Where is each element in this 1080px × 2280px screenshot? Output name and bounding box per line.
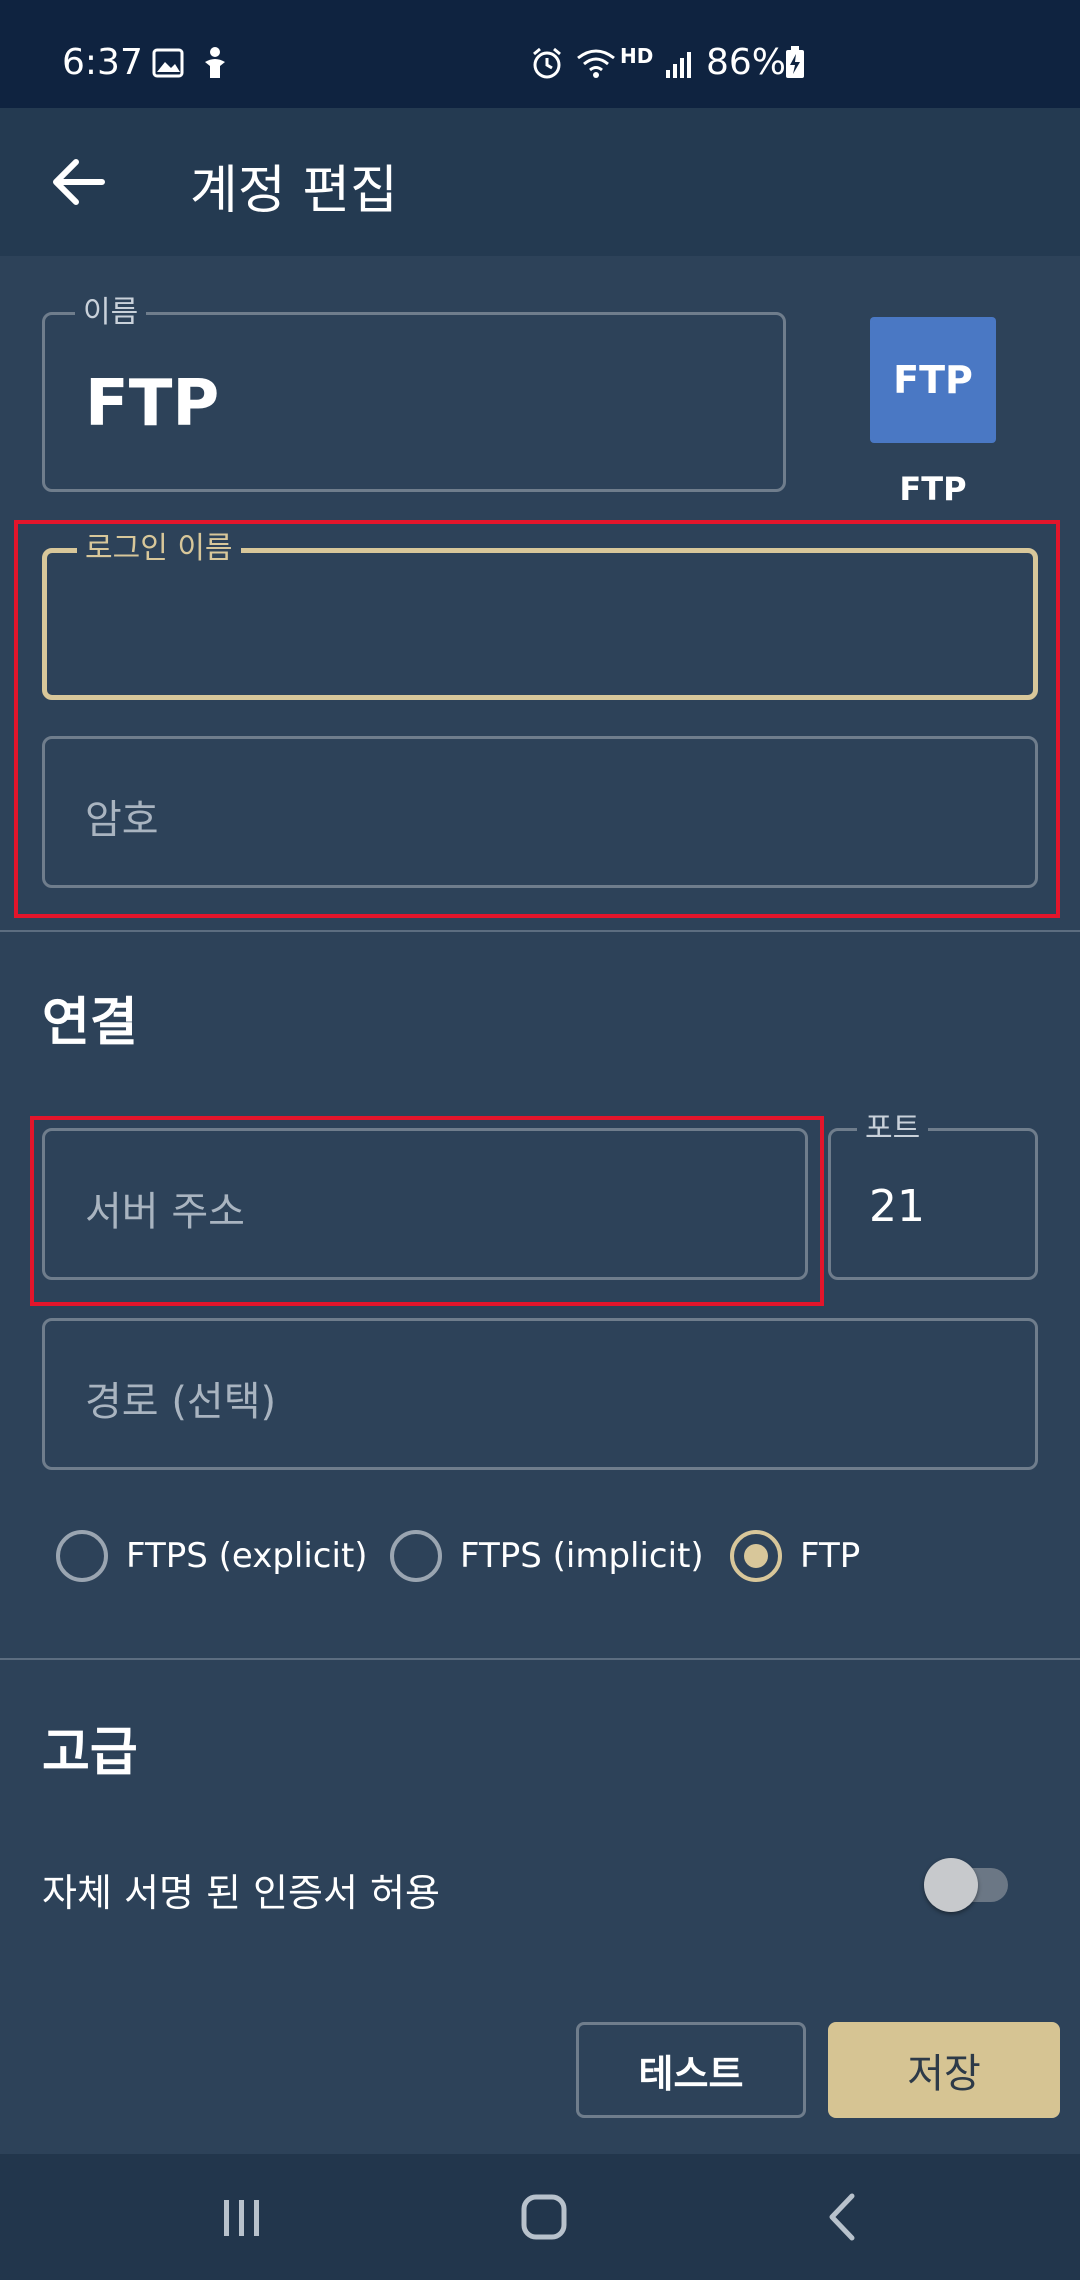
accessibility-icon	[205, 47, 225, 78]
status-bar: 6:37 HD 86%	[0, 0, 1080, 108]
battery-percent: 86%	[706, 42, 787, 83]
login-name-field[interactable]: 로그인 이름	[42, 533, 1038, 700]
password-placeholder: 암호	[85, 797, 159, 843]
home-icon[interactable]	[504, 2182, 584, 2252]
radio-circle-checked	[730, 1530, 782, 1582]
radio-ftps-explicit[interactable]: FTPS (explicit)	[56, 1528, 368, 1584]
toggle-thumb[interactable]	[924, 1858, 978, 1912]
radio-circle	[390, 1530, 442, 1582]
navigation-bar	[0, 2154, 1080, 2280]
port-value: 21	[869, 1181, 925, 1232]
protocol-logo[interactable]: FTP	[870, 317, 996, 443]
radio-ftps-implicit[interactable]: FTPS (implicit)	[390, 1528, 704, 1584]
radio-label: FTPS (implicit)	[460, 1536, 704, 1576]
port-field[interactable]: 포트 21	[828, 1113, 1038, 1280]
divider	[0, 930, 1080, 932]
hd-voice-icon: HD	[620, 44, 654, 68]
protocol-logo-caption: FTP	[899, 470, 967, 508]
wifi-icon	[577, 49, 615, 78]
protocol-logo-text: FTP	[893, 358, 973, 402]
save-button[interactable]: 저장	[828, 2022, 1060, 2118]
login-name-label: 로그인 이름	[77, 533, 241, 565]
recent-apps-icon[interactable]	[202, 2182, 282, 2252]
server-address-placeholder: 서버 주소	[85, 1189, 245, 1235]
self-signed-cert-label: 자체 서명 된 인증서 허용	[42, 1871, 440, 1915]
path-placeholder: 경로 (선택)	[85, 1379, 277, 1425]
section-title-connection: 연결	[42, 993, 138, 1053]
port-label: 포트	[857, 1113, 929, 1145]
arrow-back-icon[interactable]	[40, 140, 124, 224]
account-name-field[interactable]: 이름 FTP	[42, 297, 786, 492]
divider	[0, 1658, 1080, 1660]
status-time: 6:37	[62, 42, 143, 83]
radio-label: FTPS (explicit)	[126, 1536, 368, 1576]
radio-label: FTP	[800, 1536, 861, 1576]
test-button[interactable]: 테스트	[576, 2022, 806, 2118]
section-title-advanced: 고급	[42, 1723, 138, 1783]
page-title: 계정 편집	[190, 161, 398, 221]
radio-circle	[56, 1530, 108, 1582]
account-name-label: 이름	[75, 297, 147, 329]
battery-charging-icon	[786, 46, 804, 78]
password-field[interactable]: 암호	[42, 736, 1038, 888]
path-field[interactable]: 경로 (선택)	[42, 1318, 1038, 1470]
gallery-icon	[152, 48, 184, 78]
alarm-icon	[533, 47, 561, 79]
signal-icon	[666, 52, 691, 78]
radio-ftp[interactable]: FTP	[730, 1528, 860, 1584]
back-icon[interactable]	[806, 2182, 886, 2252]
account-name-value: FTP	[85, 367, 220, 441]
server-address-field[interactable]: 서버 주소	[42, 1128, 808, 1280]
app-bar	[0, 108, 1080, 256]
